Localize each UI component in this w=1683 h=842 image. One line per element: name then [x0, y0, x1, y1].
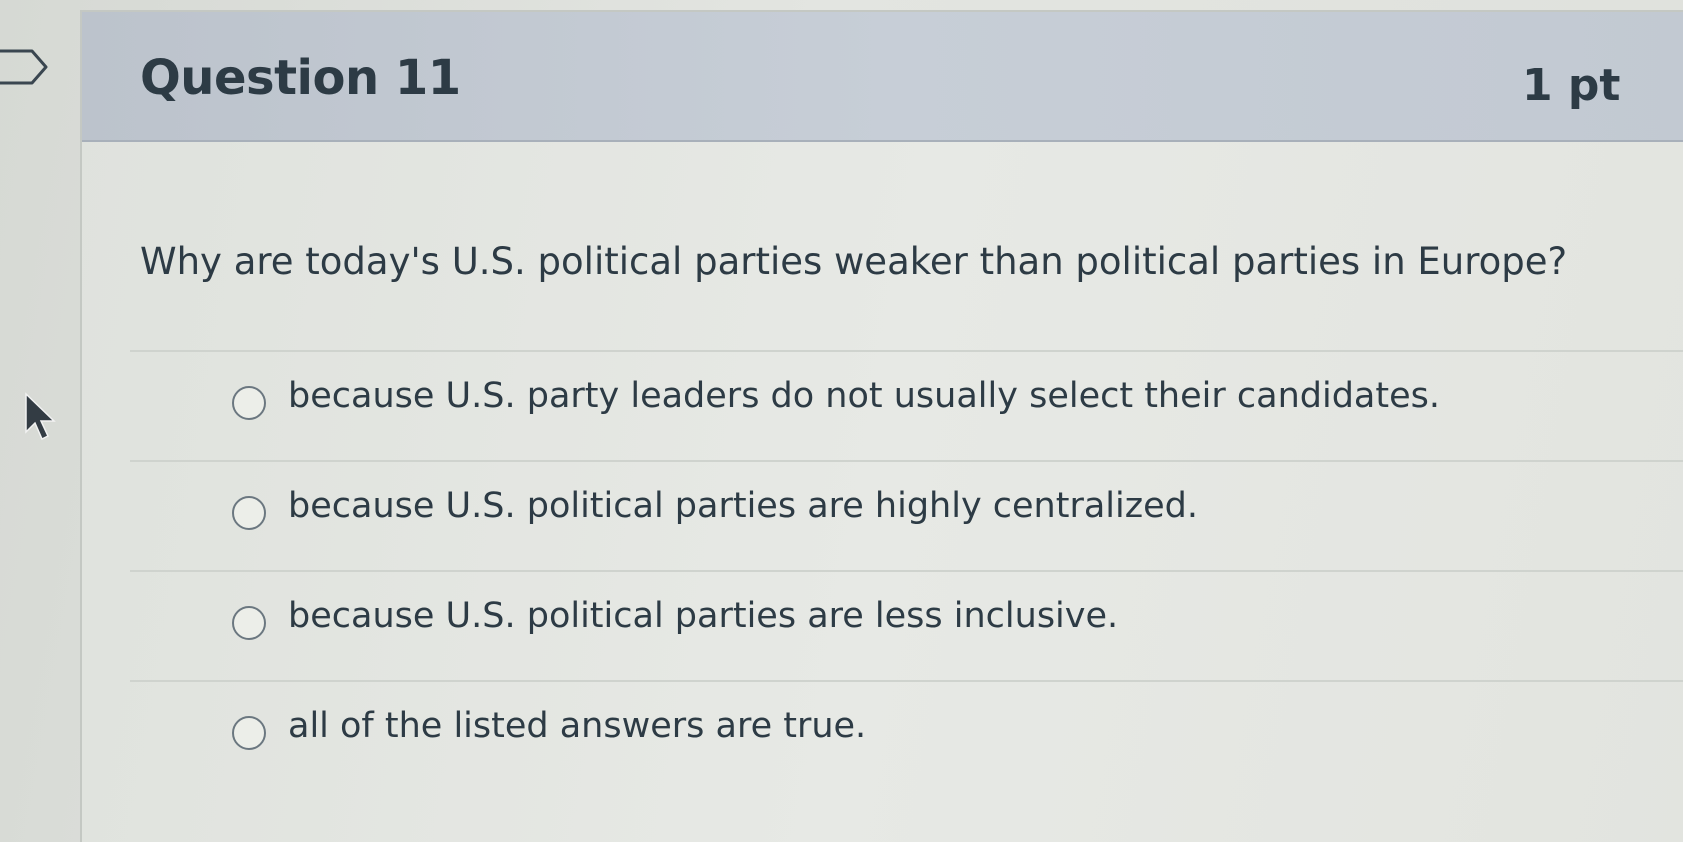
radio-button[interactable]	[232, 716, 266, 750]
answer-option-4[interactable]: all of the listed answers are true.	[130, 680, 1683, 790]
flag-question-icon[interactable]	[0, 48, 52, 86]
answer-label[interactable]: because U.S. political parties are highl…	[288, 486, 1198, 526]
answer-list: because U.S. party leaders do not usuall…	[130, 350, 1683, 790]
question-points: 1 pt	[1522, 60, 1621, 111]
question-title: Question 11	[140, 50, 461, 106]
answer-label[interactable]: because U.S. party leaders do not usuall…	[288, 376, 1440, 416]
mouse-pointer-icon	[25, 392, 56, 441]
question-text: Why are today's U.S. political parties w…	[140, 240, 1568, 283]
radio-button[interactable]	[232, 386, 266, 420]
answer-label[interactable]: because U.S. political parties are less …	[288, 596, 1118, 636]
quiz-page: Question 11 Why are today's U.S. politic…	[0, 0, 1683, 842]
question-header: Question 11	[82, 12, 1683, 142]
radio-button[interactable]	[232, 496, 266, 530]
answer-label[interactable]: all of the listed answers are true.	[288, 706, 866, 746]
answer-option-2[interactable]: because U.S. political parties are highl…	[130, 460, 1683, 570]
question-card: Question 11 Why are today's U.S. politic…	[80, 10, 1683, 842]
radio-button[interactable]	[232, 606, 266, 640]
answer-option-3[interactable]: because U.S. political parties are less …	[130, 570, 1683, 680]
answer-option-1[interactable]: because U.S. party leaders do not usuall…	[130, 350, 1683, 460]
